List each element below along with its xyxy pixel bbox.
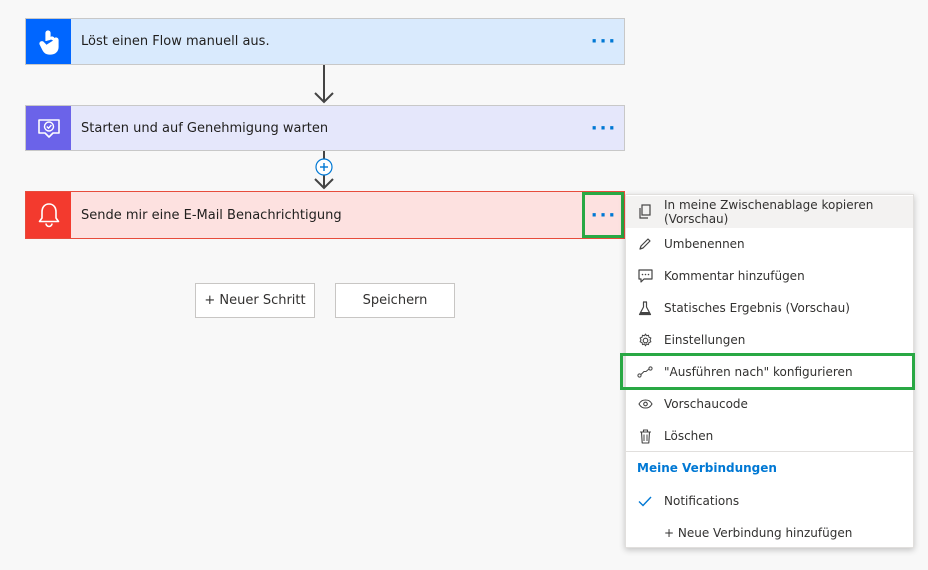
- menu-item-label: In meine Zwischenablage kopieren (Vorsch…: [664, 198, 874, 226]
- menu-section-connections: Meine Verbindungen: [637, 461, 777, 475]
- connector-insert[interactable]: [314, 151, 334, 191]
- menu-item-label: Notifications: [664, 494, 740, 508]
- menu-divider: [626, 451, 913, 452]
- menu-item-add-comment[interactable]: Kommentar hinzufügen: [626, 260, 913, 292]
- menu-item-copy-to-clipboard[interactable]: In meine Zwischenablage kopieren (Vorsch…: [626, 196, 913, 228]
- annotation-highlight-run-after: [620, 353, 915, 390]
- touch-icon: [26, 19, 71, 64]
- flow-step-manual-trigger[interactable]: Löst einen Flow manuell aus. ···: [25, 18, 625, 65]
- bell-icon: [26, 192, 71, 238]
- pencil-icon: [626, 237, 664, 251]
- flow-step-approval[interactable]: Starten und auf Genehmigung warten ···: [25, 105, 625, 151]
- menu-item-label: + Neue Verbindung hinzufügen: [664, 526, 853, 540]
- menu-item-label: Löschen: [664, 429, 714, 443]
- menu-item-peek-code[interactable]: Vorschaucode: [626, 388, 913, 420]
- annotation-highlight-more-button: [582, 192, 624, 238]
- menu-item-label: Umbenennen: [664, 237, 745, 251]
- menu-item-label: Einstellungen: [664, 333, 746, 347]
- menu-item-label: Vorschaucode: [664, 397, 748, 411]
- checkmark-icon: [626, 496, 664, 507]
- menu-item-connection-notifications[interactable]: Notifications: [626, 485, 913, 517]
- flask-icon: [626, 300, 664, 316]
- trash-icon: [626, 428, 664, 444]
- eye-icon: [626, 399, 664, 409]
- more-options-button[interactable]: ···: [584, 19, 624, 64]
- flow-step-email-notification[interactable]: Sende mir eine E-Mail Benachrichtigung ·…: [25, 191, 625, 239]
- step-title[interactable]: Starten und auf Genehmigung warten: [71, 106, 584, 150]
- approval-icon: [26, 106, 71, 150]
- new-step-button[interactable]: + Neuer Schritt: [195, 283, 315, 318]
- step-title[interactable]: Sende mir eine E-Mail Benachrichtigung: [71, 192, 584, 238]
- copy-icon: [626, 204, 664, 220]
- more-options-button[interactable]: ···: [584, 106, 624, 150]
- menu-item-settings[interactable]: Einstellungen: [626, 324, 913, 356]
- menu-item-label: Kommentar hinzufügen: [664, 269, 805, 283]
- gear-icon: [626, 333, 664, 348]
- save-button[interactable]: Speichern: [335, 283, 455, 318]
- menu-item-add-connection[interactable]: + Neue Verbindung hinzufügen: [626, 517, 913, 549]
- step-title[interactable]: Löst einen Flow manuell aus.: [71, 19, 584, 64]
- menu-item-rename[interactable]: Umbenennen: [626, 228, 913, 260]
- connector-arrow: [314, 65, 334, 104]
- comment-icon: [626, 269, 664, 283]
- menu-item-label: Statisches Ergebnis (Vorschau): [664, 301, 850, 315]
- menu-item-static-result[interactable]: Statisches Ergebnis (Vorschau): [626, 292, 913, 324]
- menu-item-delete[interactable]: Löschen: [626, 420, 913, 452]
